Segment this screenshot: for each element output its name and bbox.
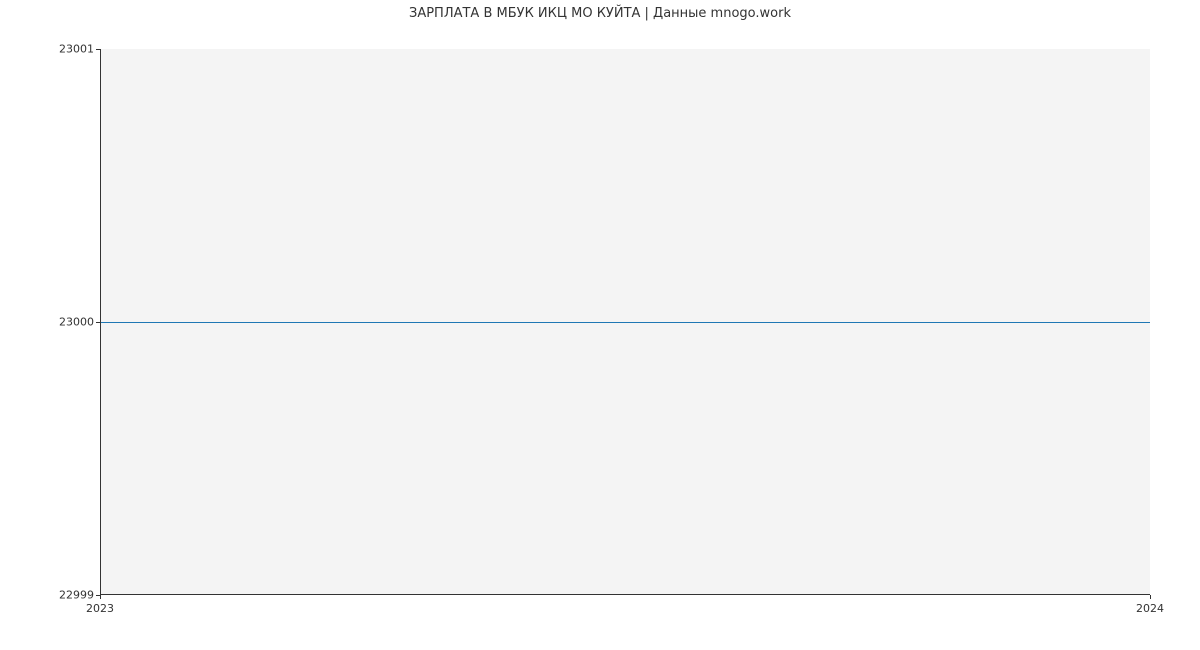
chart-title: ЗАРПЛАТА В МБУК ИКЦ МО КУЙТА | Данные mn… <box>0 6 1200 21</box>
plot-area <box>100 49 1150 595</box>
x-tick-mark <box>1150 595 1151 599</box>
y-tick-label: 22999 <box>4 589 94 602</box>
y-tick-mark <box>96 49 100 50</box>
y-tick-mark <box>96 322 100 323</box>
y-tick-label: 23001 <box>4 43 94 56</box>
x-tick-label: 2024 <box>1136 602 1164 615</box>
data-series-line <box>101 322 1150 323</box>
line-chart: ЗАРПЛАТА В МБУК ИКЦ МО КУЙТА | Данные mn… <box>0 0 1200 650</box>
y-tick-label: 23000 <box>4 316 94 329</box>
x-tick-label: 2023 <box>86 602 114 615</box>
x-tick-mark <box>100 595 101 599</box>
